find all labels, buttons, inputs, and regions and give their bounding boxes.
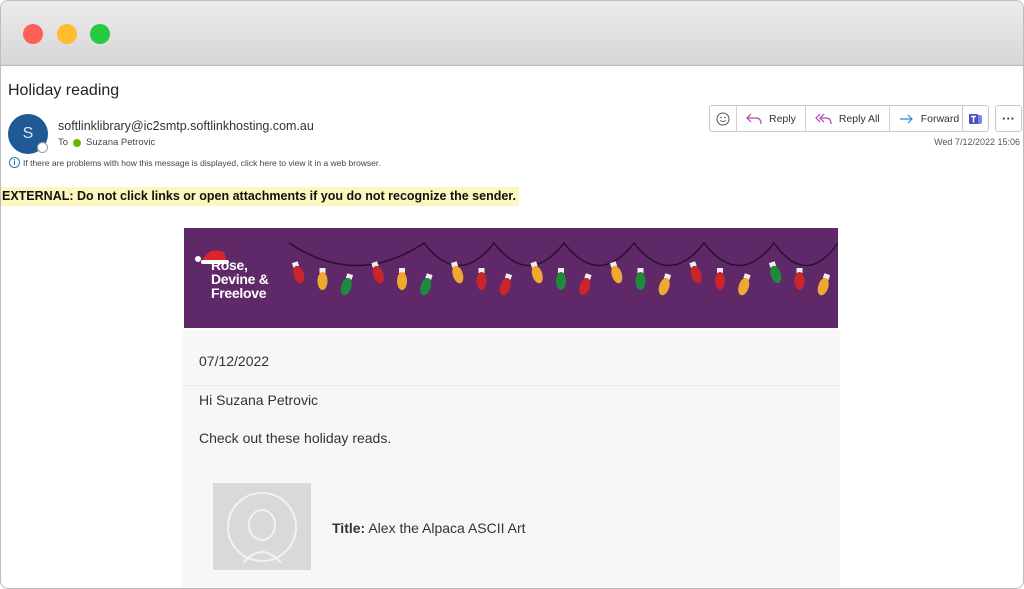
title-value: Alex the Alpaca ASCII Art — [368, 520, 526, 536]
intro-text: Check out these holiday reads. — [199, 430, 392, 446]
recipient-line: To Suzana Petrovic — [58, 137, 155, 148]
light-bulb — [609, 261, 623, 284]
presence-icon — [37, 142, 48, 153]
light-bulb — [476, 268, 487, 290]
forward-label: Forward — [920, 112, 960, 125]
emoji-reaction-button[interactable] — [710, 106, 736, 131]
light-bulb — [794, 268, 805, 290]
reply-all-label: Reply All — [838, 112, 880, 125]
light-bulb — [738, 273, 751, 296]
logo-line: Devine & — [211, 271, 269, 287]
received-date: Wed 7/12/2022 15:06 — [934, 137, 1020, 147]
light-string — [288, 241, 838, 267]
sender-address[interactable]: softlinklibrary@ic2smtp.softlinkhosting.… — [58, 119, 314, 133]
light-bulb — [658, 273, 672, 296]
recipient-status-icon — [73, 138, 82, 147]
brand-logo: Rose, Devine & Freelove — [211, 258, 269, 300]
light-bulb — [291, 261, 305, 284]
more-icon: ··· — [1002, 111, 1015, 126]
light-bulb — [635, 268, 646, 290]
message-actions: Reply Reply All Forward — [709, 105, 970, 132]
light-bulb — [556, 268, 566, 290]
info-icon: i — [9, 157, 20, 168]
light-bulb — [499, 273, 513, 296]
teams-button[interactable] — [962, 105, 989, 132]
email-subject: Holiday reading — [8, 82, 120, 99]
reply-all-icon — [815, 113, 832, 124]
alpaca-icon — [227, 492, 297, 564]
newsletter-date: 07/12/2022 — [199, 353, 270, 369]
teams-icon — [969, 113, 982, 124]
web-view-notice[interactable]: i If there are problems with how this me… — [9, 157, 381, 168]
minimize-window-button[interactable] — [57, 24, 77, 44]
greeting: Hi Suzana Petrovic — [199, 392, 319, 408]
forward-button[interactable]: Forward — [888, 106, 969, 131]
book-title[interactable]: Title: Alex the Alpaca ASCII Art — [332, 520, 526, 536]
recipient-name[interactable]: Suzana Petrovic — [86, 137, 155, 148]
book-cover-image[interactable] — [213, 483, 311, 570]
external-warning-banner: EXTERNAL: Do not click links or open att… — [1, 187, 519, 206]
close-window-button[interactable] — [23, 24, 43, 44]
maximize-window-button[interactable] — [90, 24, 110, 44]
smiley-icon — [716, 112, 730, 125]
email-body: 07/12/2022 Hi Suzana Petrovic Check out … — [182, 330, 840, 588]
reply-label: Reply — [769, 112, 796, 125]
title-bar — [1, 1, 1023, 66]
mail-window: Holiday reading S softlinklibrary@ic2smt… — [0, 0, 1024, 589]
light-bulb — [715, 268, 725, 290]
light-bulb — [450, 261, 464, 284]
light-bulb — [340, 273, 354, 296]
divider — [182, 385, 840, 386]
light-bulb — [420, 273, 433, 296]
forward-icon — [899, 114, 913, 123]
more-actions-button[interactable]: ··· — [995, 105, 1022, 132]
light-bulb — [817, 273, 831, 296]
web-view-notice-text[interactable]: If there are problems with how this mess… — [23, 158, 381, 168]
light-bulb — [689, 261, 702, 284]
title-label: Title: — [332, 520, 366, 536]
light-bulb — [371, 261, 384, 284]
logo-line: Rose, — [211, 257, 248, 273]
light-bulb — [768, 261, 782, 284]
reply-icon — [746, 113, 762, 124]
newsletter-banner: Rose, Devine & Freelove — [184, 228, 838, 328]
christmas-lights-decoration — [288, 241, 838, 296]
light-bulb — [530, 261, 543, 284]
logo-line: Freelove — [211, 285, 267, 301]
light-bulb — [317, 268, 328, 290]
reply-button[interactable]: Reply — [736, 106, 805, 131]
light-bulb — [397, 268, 407, 290]
to-label: To — [58, 137, 69, 148]
light-bulb — [579, 273, 592, 296]
reply-all-button[interactable]: Reply All — [804, 106, 889, 131]
